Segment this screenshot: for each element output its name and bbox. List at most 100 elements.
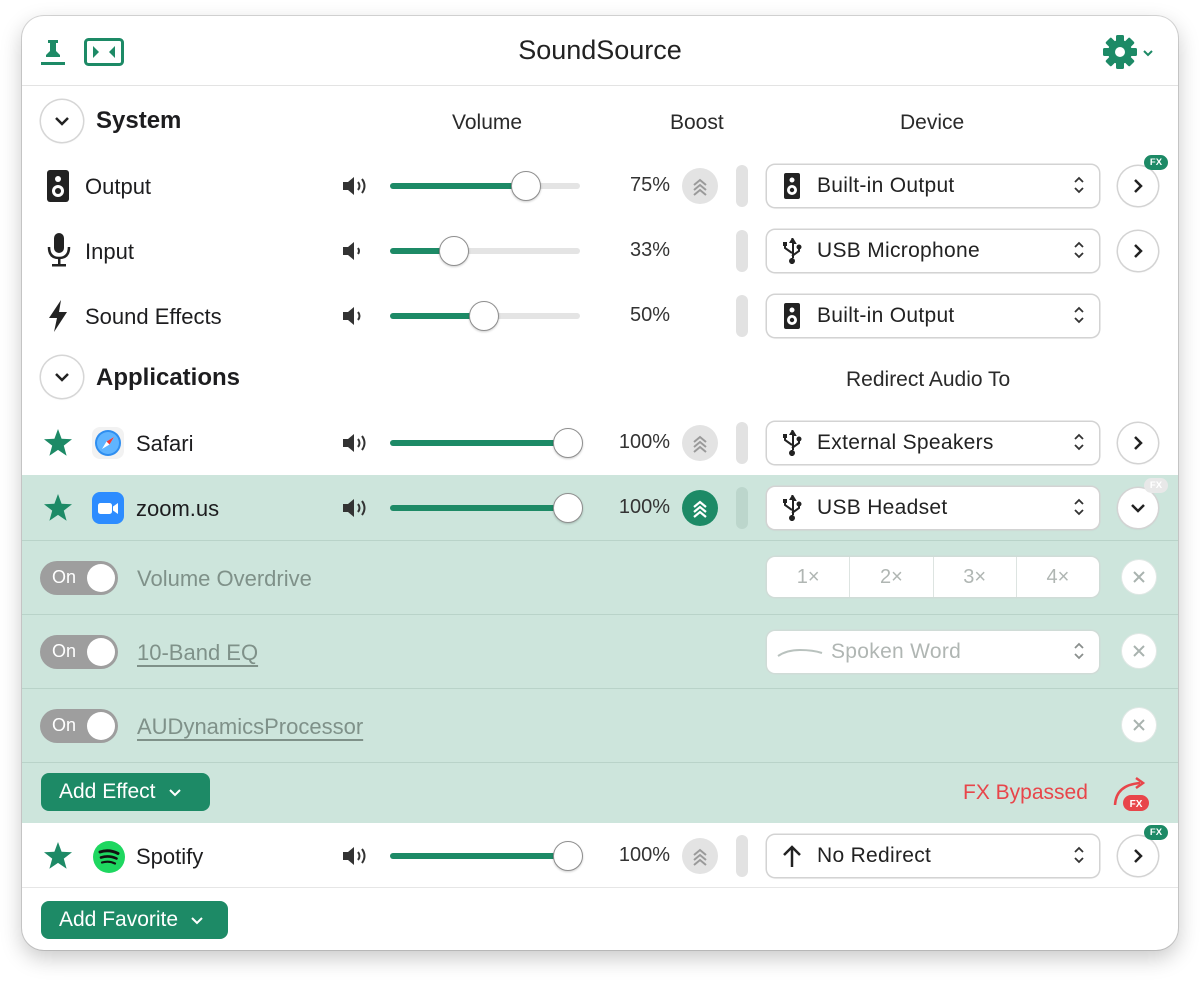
eq-preset-select[interactable]: Spoken Word (767, 631, 1099, 673)
slider-knob[interactable] (553, 428, 583, 458)
eq-link[interactable]: 10-Band EQ (137, 640, 258, 666)
sound-effects-label: Sound Effects (85, 304, 222, 329)
output-volume-slider[interactable] (390, 171, 580, 201)
dynamics-toggle[interactable]: On (40, 709, 118, 743)
multiplier-1x[interactable]: 1× (767, 557, 851, 597)
divider (22, 762, 1178, 763)
bolt-icon (47, 300, 69, 337)
close-icon (1133, 571, 1145, 583)
zoom-redirect-select[interactable]: USB Headset (767, 487, 1099, 529)
title-bar: SoundSource (22, 16, 1178, 86)
eq-toggle[interactable]: On (40, 635, 118, 669)
effect-row-volume-overdrive: On Volume Overdrive 1× 2× 3× 4× (22, 541, 1178, 614)
spotify-label: Spotify (136, 844, 204, 869)
slider-knob[interactable] (553, 493, 583, 523)
safari-redirect-select[interactable]: External Speakers (767, 422, 1099, 464)
remove-effect-button[interactable] (1122, 560, 1156, 594)
star-icon[interactable] (43, 841, 73, 876)
spotify-boost-button[interactable] (682, 838, 718, 874)
updown-icon (1074, 642, 1084, 660)
zoom-boost-button[interactable] (682, 490, 718, 526)
add-favorite-button[interactable]: Add Favorite (41, 901, 228, 939)
arrow-up-icon (783, 845, 801, 867)
multiplier-3x[interactable]: 3× (934, 557, 1017, 597)
output-boost-button[interactable] (682, 168, 718, 204)
spotify-volume-slider[interactable] (390, 841, 583, 871)
remove-effect-button[interactable] (1122, 634, 1156, 668)
dynamics-link[interactable]: AUDynamicsProcessor (137, 714, 363, 740)
spotify-volume-value: 100% (618, 844, 670, 866)
input-volume-slider[interactable] (390, 236, 580, 266)
input-label: Input (85, 239, 134, 264)
divider-bar (736, 165, 748, 207)
add-effect-button[interactable]: Add Effect (41, 773, 210, 811)
slider-knob[interactable] (469, 301, 499, 331)
volume-fill (390, 440, 565, 446)
effect-row-10-band-eq: On 10-Band EQ Spoken Word (22, 615, 1178, 688)
volume-high-icon[interactable] (341, 174, 373, 203)
app-row-zoom: zoom.us 100% USB Headset FX (22, 478, 1178, 532)
select-value: Spoken Word (831, 640, 962, 663)
input-detail-button[interactable] (1118, 231, 1158, 271)
divider-bar (736, 835, 748, 877)
microphone-icon (46, 232, 72, 273)
spotify-detail-button[interactable] (1118, 836, 1158, 876)
zoom-volume-slider[interactable] (390, 493, 583, 523)
add-effect-label: Add Effect (59, 780, 156, 803)
volume-mid-icon[interactable] (341, 304, 373, 333)
updown-icon (1074, 498, 1084, 516)
input-device-select[interactable]: USB Microphone (767, 230, 1099, 272)
multiplier-4x[interactable]: 4× (1017, 557, 1099, 597)
volume-low-icon[interactable] (341, 239, 373, 268)
updown-icon (1074, 306, 1084, 324)
chevron-right-icon (1134, 849, 1143, 863)
chevron-right-icon (1134, 179, 1143, 193)
slider-knob[interactable] (553, 841, 583, 871)
sound-effects-volume-slider[interactable] (390, 301, 580, 331)
gear-icon[interactable] (1102, 34, 1158, 75)
system-row-input: Input 33% USB Microphone (22, 227, 1178, 275)
zoom-collapse-button[interactable] (1118, 488, 1158, 528)
toggle-knob (87, 712, 115, 740)
output-device-select[interactable]: Built-in Output (767, 165, 1099, 207)
star-icon[interactable] (43, 493, 73, 528)
applications-collapse-button[interactable] (41, 356, 83, 398)
safari-boost-button[interactable] (682, 425, 718, 461)
multiplier-2x[interactable]: 2× (850, 557, 934, 597)
volume-high-icon[interactable] (341, 844, 373, 873)
system-collapse-button[interactable] (41, 100, 83, 142)
select-value: No Redirect (817, 844, 932, 867)
chevron-down-icon (1131, 504, 1145, 513)
sound-effects-device-select[interactable]: Built-in Output (767, 295, 1099, 337)
select-value: USB Microphone (817, 239, 980, 262)
app-row-spotify: Spotify 100% No Redirect FX (22, 825, 1178, 880)
safari-volume-slider[interactable] (390, 428, 583, 458)
remove-effect-button[interactable] (1122, 708, 1156, 742)
star-icon[interactable] (43, 428, 73, 463)
volume-high-icon[interactable] (341, 496, 373, 525)
slider-knob[interactable] (511, 171, 541, 201)
safari-detail-button[interactable] (1118, 423, 1158, 463)
app-row-safari: Safari 100% External Speakers (22, 419, 1178, 467)
toggle-label: On (52, 641, 77, 661)
slider-knob[interactable] (439, 236, 469, 266)
volume-overdrive-toggle[interactable]: On (40, 561, 118, 595)
sound-effects-volume-value: 50% (629, 304, 670, 326)
usb-icon (783, 430, 802, 456)
chevron-down-icon (55, 373, 69, 382)
spotify-redirect-select[interactable]: No Redirect (767, 835, 1099, 877)
system-row-output: Output 75% Built-in Output FX (22, 155, 1178, 210)
overdrive-multiplier-control[interactable]: 1× 2× 3× 4× (767, 557, 1099, 597)
updown-icon (1074, 241, 1084, 259)
volume-column-header: Volume (452, 111, 523, 134)
fx-bypass-icon[interactable]: FX (1110, 775, 1154, 818)
output-detail-button[interactable] (1118, 166, 1158, 206)
chevron-down-icon (191, 916, 203, 924)
select-value: External Speakers (817, 431, 994, 454)
divider-bar (736, 230, 748, 272)
zoom-label: zoom.us (136, 496, 220, 521)
speaker-icon (784, 173, 800, 199)
fx-badge: FX (1144, 155, 1168, 170)
volume-high-icon[interactable] (341, 431, 373, 460)
input-volume-value: 33% (629, 239, 670, 261)
